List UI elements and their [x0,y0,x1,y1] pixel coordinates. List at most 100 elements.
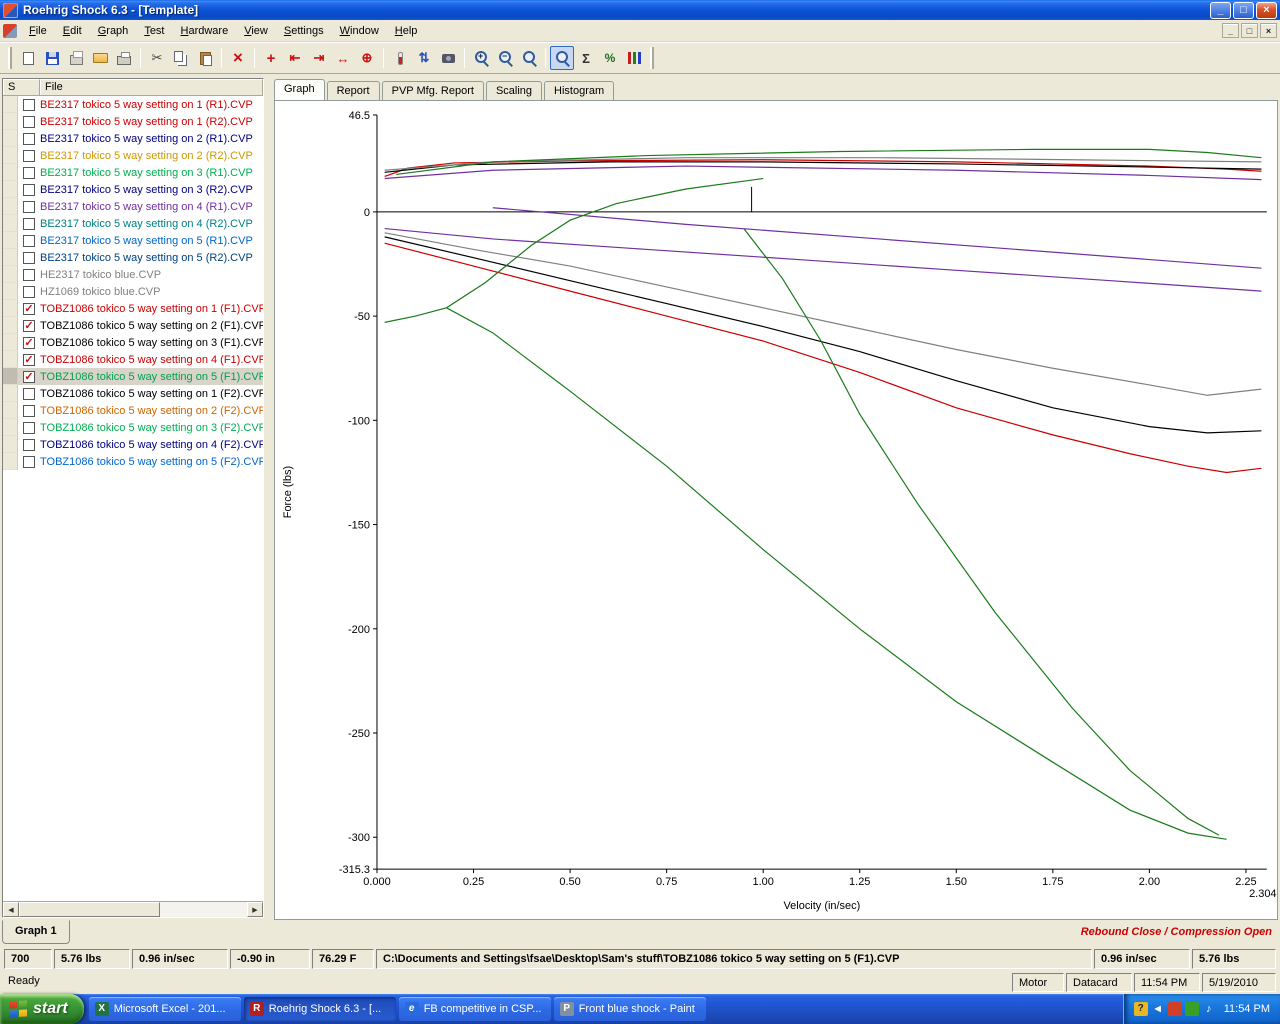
print-preview-button[interactable] [64,46,88,70]
volume-tray-icon[interactable] [1202,1002,1216,1016]
column-header-file[interactable]: File [40,79,263,95]
file-row[interactable]: HE2317 tokico blue.CVP [3,266,263,283]
tab-report[interactable]: Report [327,81,380,100]
toolbar-grip[interactable] [650,47,654,69]
save-button[interactable] [40,46,64,70]
horizontal-scrollbar[interactable]: ◀ ▶ [3,901,263,917]
start-button[interactable]: start [0,994,84,1024]
file-checkbox[interactable]: ✓ [23,320,35,332]
file-checkbox[interactable] [23,439,35,451]
file-row[interactable]: ✓TOBZ1086 tokico 5 way setting on 5 (F1)… [3,368,263,385]
file-checkbox[interactable]: ✓ [23,337,35,349]
thermometer-button[interactable] [388,46,412,70]
file-checkbox[interactable] [23,388,35,400]
menu-settings[interactable]: Settings [276,22,332,40]
row-selector[interactable] [3,317,18,334]
zoom-out-button[interactable]: − [493,46,517,70]
menu-hardware[interactable]: Hardware [173,22,237,40]
scrollbar-thumb[interactable] [19,902,160,917]
file-row[interactable]: BE2317 tokico 5 way setting on 5 (R1).CV… [3,232,263,249]
file-row[interactable]: ✓TOBZ1086 tokico 5 way setting on 2 (F1)… [3,317,263,334]
file-checkbox[interactable] [23,167,35,179]
scroll-right-button[interactable]: ▶ [247,902,263,917]
cursor-plus-button[interactable] [259,46,283,70]
taskbar-button-roehrig[interactable]: Roehrig Shock 6.3 - [... [244,997,396,1021]
zoom-window-button[interactable] [517,46,541,70]
taskbar-button-excel[interactable]: Microsoft Excel - 201... [89,997,241,1021]
file-checkbox[interactable] [23,422,35,434]
row-selector[interactable] [3,453,18,470]
file-row[interactable]: BE2317 tokico 5 way setting on 3 (R2).CV… [3,181,263,198]
cut-button[interactable] [145,46,169,70]
file-checkbox[interactable] [23,235,35,247]
zoom-in-button[interactable]: + [469,46,493,70]
file-row[interactable]: TOBZ1086 tokico 5 way setting on 4 (F2).… [3,436,263,453]
row-selector[interactable] [3,334,18,351]
menu-graph[interactable]: Graph [90,22,137,40]
maximize-button[interactable]: □ [1233,2,1254,19]
close-button[interactable]: × [1256,2,1277,19]
file-row[interactable]: ✓TOBZ1086 tokico 5 way setting on 4 (F1)… [3,351,263,368]
file-checkbox[interactable] [23,456,35,468]
menu-view[interactable]: View [236,22,276,40]
row-selector[interactable] [3,300,18,317]
file-checkbox[interactable] [23,201,35,213]
paste-button[interactable] [193,46,217,70]
gauge-button[interactable] [412,46,436,70]
tab-graph[interactable]: Graph [274,79,325,100]
file-checkbox[interactable] [23,184,35,196]
file-checkbox[interactable]: ✓ [23,303,35,315]
file-checkbox[interactable] [23,269,35,281]
open-button[interactable] [88,46,112,70]
file-checkbox[interactable] [23,252,35,264]
file-row[interactable]: TOBZ1086 tokico 5 way setting on 2 (F2).… [3,402,263,419]
row-selector[interactable] [3,249,18,266]
cursor-left-button[interactable] [283,46,307,70]
file-row[interactable]: BE2317 tokico 5 way setting on 4 (R1).CV… [3,198,263,215]
file-checkbox[interactable] [23,116,35,128]
tab-histogram[interactable]: Histogram [544,81,614,100]
menu-edit[interactable]: Edit [55,22,90,40]
percent-button[interactable] [598,46,622,70]
file-checkbox[interactable] [23,405,35,417]
file-row[interactable]: BE2317 tokico 5 way setting on 5 (R2).CV… [3,249,263,266]
row-selector[interactable] [3,232,18,249]
file-row[interactable]: ✓TOBZ1086 tokico 5 way setting on 3 (F1)… [3,334,263,351]
cursor-center-button[interactable] [355,46,379,70]
menu-window[interactable]: Window [332,22,387,40]
file-checkbox[interactable] [23,286,35,298]
file-row[interactable]: TOBZ1086 tokico 5 way setting on 1 (F2).… [3,385,263,402]
row-selector[interactable] [3,215,18,232]
new-button[interactable] [16,46,40,70]
taskbar-button-ie[interactable]: FB competitive in CSP... [399,997,551,1021]
scrollbar-track[interactable] [19,902,247,917]
tab-graph-1[interactable]: Graph 1 [2,920,70,944]
row-selector[interactable] [3,198,18,215]
minimize-button[interactable]: _ [1210,2,1231,19]
taskbar-button-paint[interactable]: Front blue shock - Paint [554,997,706,1021]
file-checkbox[interactable] [23,133,35,145]
collapse-tray-icon[interactable] [1151,1002,1165,1016]
file-row[interactable]: TOBZ1086 tokico 5 way setting on 5 (F2).… [3,453,263,470]
zoom-select-button[interactable] [550,46,574,70]
column-header-selected[interactable]: S [3,79,40,95]
file-checkbox[interactable] [23,150,35,162]
menu-test[interactable]: Test [136,22,172,40]
file-row[interactable]: ✓TOBZ1086 tokico 5 way setting on 1 (F1)… [3,300,263,317]
camera-button[interactable] [436,46,460,70]
row-selector[interactable] [3,181,18,198]
row-selector[interactable] [3,96,18,113]
status-red-tray-icon[interactable] [1168,1002,1182,1016]
row-selector[interactable] [3,164,18,181]
row-selector[interactable] [3,147,18,164]
file-row[interactable]: HZ1069 tokico blue.CVP [3,283,263,300]
mdi-restore-button[interactable]: □ [1241,23,1258,38]
row-selector[interactable] [3,385,18,402]
menu-file[interactable]: File [21,22,55,40]
tab-pvp-mfg-report[interactable]: PVP Mfg. Report [382,81,484,100]
file-row[interactable]: BE2317 tokico 5 way setting on 2 (R1).CV… [3,130,263,147]
chart-svg[interactable]: 46.50-50-100-150-200-250-300-315.30.0000… [275,101,1277,919]
tab-scaling[interactable]: Scaling [486,81,542,100]
file-checkbox[interactable] [23,99,35,111]
print-button[interactable] [112,46,136,70]
